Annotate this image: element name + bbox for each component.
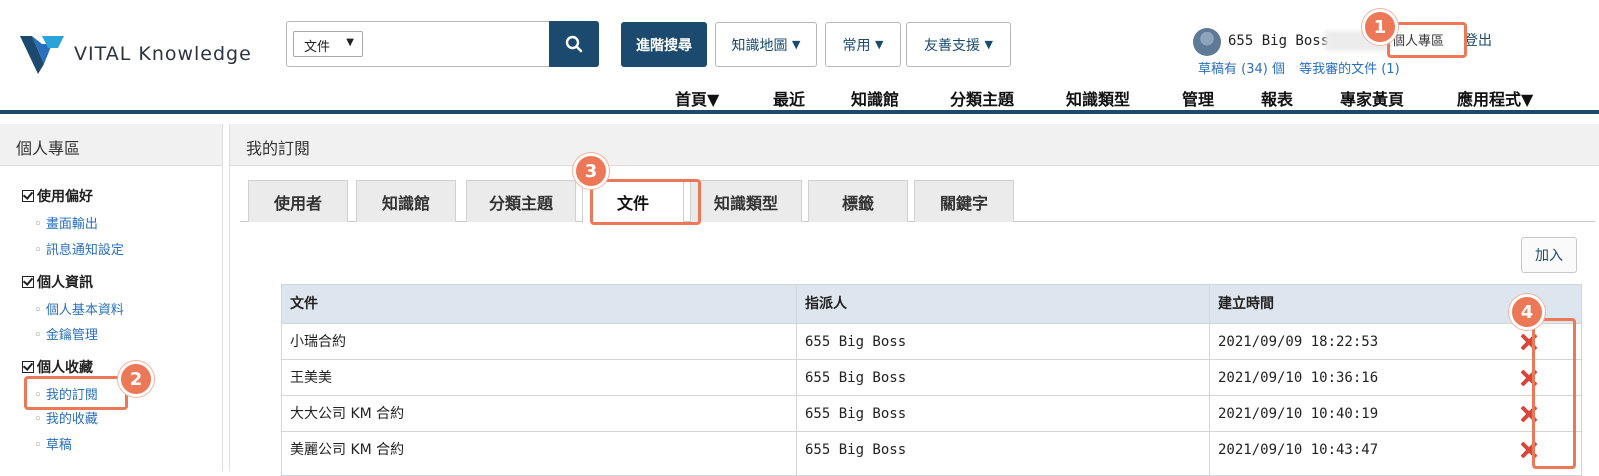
logout-link[interactable]: 登出	[1464, 30, 1492, 50]
sidebar-section-preferences: 使用偏好	[22, 186, 93, 206]
column-header-created: 建立時間	[1218, 296, 1274, 312]
section-label: 個人收藏	[37, 360, 93, 376]
callout-box-1	[1387, 22, 1467, 58]
main-panel: 我的訂閱 使用者 知識館 分類主題 文件 知識類型 標籤 關鍵字 加入 文件 指…	[229, 124, 1599, 476]
support-dropdown[interactable]: 友善支援 ▼	[906, 22, 1011, 67]
column-header-assignee: 指派人	[805, 296, 847, 312]
search-button[interactable]	[549, 21, 599, 67]
section-label: 使用偏好	[37, 189, 93, 205]
checkbox-icon	[22, 190, 34, 202]
nav-item-home[interactable]: 首頁▼	[675, 86, 719, 110]
assignee-cell: 655 Big Boss	[805, 334, 907, 350]
tab-keywords[interactable]: 關鍵字	[914, 180, 1014, 222]
sidebar-section-favorites: 個人收藏	[22, 357, 93, 377]
nav-item-knowledge-type[interactable]: 知識類型	[1066, 86, 1130, 110]
common-label: 常用	[842, 37, 871, 54]
nav-item-admin[interactable]: 管理	[1182, 86, 1214, 110]
caret-down-icon: ▼	[791, 38, 801, 51]
nav-item-recent[interactable]: 最近	[773, 86, 805, 110]
table-row: 小瑞合約 655 Big Boss 2021/09/09 18:22:53	[282, 323, 1581, 359]
main-nav: 首頁▼ 最近 知識館 分類主題 知識類型 管理 報表 專家黃頁 應用程式▼	[0, 86, 1599, 110]
app-header: VITAL Knowledge 文件 ▼ 進階搜尋 知識地圖 ▼ 常用 ▼ 友善…	[0, 0, 1599, 110]
sidebar-item-notification-settings[interactable]: 訊息通知設定	[34, 239, 124, 258]
checkbox-icon	[22, 276, 34, 288]
tab-knowledge-type[interactable]: 知識類型	[690, 180, 802, 222]
tab-knowledge-hall[interactable]: 知識館	[356, 180, 456, 222]
nav-item-experts[interactable]: 專家黃頁	[1340, 86, 1404, 110]
sidebar-section-personal-info: 個人資訊	[22, 272, 93, 292]
knowledge-map-dropdown[interactable]: 知識地圖 ▼	[715, 22, 817, 67]
tab-category[interactable]: 分類主題	[466, 180, 576, 222]
created-cell: 2021/09/09 18:22:53	[1218, 334, 1379, 350]
nav-item-category[interactable]: 分類主題	[950, 86, 1014, 110]
created-cell: 2021/09/10 10:43:47	[1218, 442, 1379, 458]
callout-box-3	[590, 179, 701, 225]
table-row: 王美美 655 Big Boss 2021/09/10 10:36:16	[282, 359, 1581, 395]
user-name: 655 Big Boss	[1228, 33, 1330, 49]
support-label: 友善支援	[924, 37, 981, 54]
draft-links: 草稿有 (34) 個 等我審的文件 (1)	[1198, 58, 1410, 77]
document-cell[interactable]: 王美美	[282, 360, 332, 396]
assignee-cell: 655 Big Boss	[805, 442, 907, 458]
checkbox-icon	[22, 361, 34, 373]
nav-item-knowledge-hall[interactable]: 知識館	[851, 86, 899, 110]
logo-icon	[20, 36, 64, 74]
avatar[interactable]	[1193, 28, 1221, 56]
assignee-cell: 655 Big Boss	[805, 370, 907, 386]
sidebar: 個人專區 使用偏好 畫面輸出 訊息通知設定 個人資訊 個人基本資料 金鑰管理 個…	[0, 124, 223, 471]
callout-box-4	[1532, 318, 1576, 469]
sidebar-item-drafts[interactable]: 草稿	[34, 434, 72, 453]
logo[interactable]: VITAL Knowledge	[18, 30, 252, 74]
callout-box-2	[24, 376, 128, 410]
tab-tags[interactable]: 標籤	[808, 180, 908, 222]
created-cell: 2021/09/10 10:40:19	[1218, 406, 1379, 422]
sidebar-item-display-output[interactable]: 畫面輸出	[34, 213, 98, 232]
callout-badge-3: 3	[573, 153, 609, 189]
caret-down-icon: ▼	[984, 38, 993, 51]
search-scope-value: 文件	[304, 40, 331, 55]
add-button[interactable]: 加入	[1521, 237, 1577, 273]
sidebar-item-basic-profile[interactable]: 個人基本資料	[34, 299, 124, 318]
table-row: 美麗公司 KM 合約 655 Big Boss 2021/09/10 10:43…	[282, 431, 1581, 467]
created-cell: 2021/09/10 10:36:16	[1218, 370, 1379, 386]
assignee-cell: 655 Big Boss	[805, 406, 907, 422]
tab-users[interactable]: 使用者	[248, 180, 348, 222]
table-header: 文件 指派人 建立時間	[282, 285, 1581, 323]
column-header-document: 文件	[290, 296, 318, 312]
nav-item-reports[interactable]: 報表	[1261, 86, 1293, 110]
logo-text: VITAL Knowledge	[74, 43, 252, 65]
callout-badge-4: 4	[1509, 294, 1545, 330]
nav-divider	[0, 110, 1599, 114]
page-title: 我的訂閱	[230, 124, 1599, 166]
pending-review-link[interactable]: 等我審的文件 (1)	[1299, 62, 1400, 77]
subscription-table: 文件 指派人 建立時間 小瑞合約 655 Big Boss 2021/09/09…	[281, 284, 1582, 476]
drafts-link[interactable]: 草稿有 (34) 個	[1198, 62, 1285, 77]
tab-bar: 使用者 知識館 分類主題 文件 知識類型 標籤 關鍵字	[240, 180, 1595, 223]
sidebar-item-my-favorites[interactable]: 我的收藏	[34, 408, 98, 427]
common-dropdown[interactable]: 常用 ▼	[825, 22, 901, 67]
section-label: 個人資訊	[37, 275, 93, 291]
callout-badge-2: 2	[118, 361, 154, 397]
document-cell[interactable]: 美麗公司 KM 合約	[282, 432, 404, 468]
sidebar-item-key-management[interactable]: 金鑰管理	[34, 324, 98, 343]
document-cell[interactable]: 大大公司 KM 合約	[282, 396, 404, 432]
table-row: 大大公司 KM 合約 655 Big Boss 2021/09/10 10:40…	[282, 395, 1581, 431]
nav-item-apps[interactable]: 應用程式▼	[1457, 86, 1533, 110]
advanced-search-button[interactable]: 進階搜尋	[621, 22, 707, 67]
callout-badge-1: 1	[1362, 9, 1398, 45]
caret-down-icon: ▼	[346, 37, 354, 48]
document-cell[interactable]: 小瑞合約	[282, 324, 346, 360]
knowledge-map-label: 知識地圖	[731, 37, 788, 54]
search-scope-select[interactable]: 文件 ▼	[293, 31, 363, 57]
caret-down-icon: ▼	[874, 38, 884, 51]
sidebar-title: 個人專區	[0, 124, 222, 166]
search-icon	[565, 35, 583, 53]
